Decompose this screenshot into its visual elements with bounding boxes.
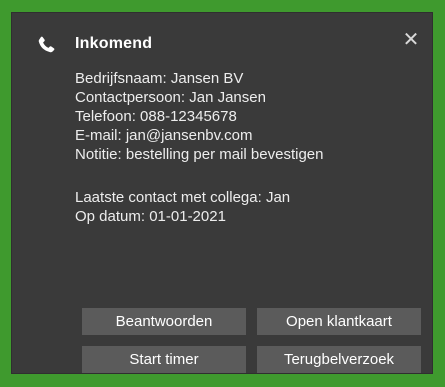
answer-button[interactable]: Beantwoorden bbox=[82, 308, 246, 335]
company-name: Bedrijfsnaam: Jansen BV bbox=[75, 70, 244, 87]
incoming-call-notification: Inkomend ✕ Bedrijfsnaam: Jansen BV Conta… bbox=[11, 12, 433, 374]
notification-title: Inkomend bbox=[75, 35, 153, 52]
email-address: E-mail: jan@jansenbv.com bbox=[75, 127, 253, 144]
phone-number: Telefoon: 088-12345678 bbox=[75, 108, 237, 125]
last-contact: Laatste contact met collega: Jan bbox=[75, 189, 291, 206]
details-spacer bbox=[75, 164, 323, 188]
note: Notitie: bestelling per mail bevestigen bbox=[75, 146, 324, 163]
close-icon[interactable]: ✕ bbox=[401, 30, 421, 50]
contact-person: Contactpersoon: Jan Jansen bbox=[75, 89, 266, 106]
phone-icon bbox=[38, 36, 55, 53]
open-customer-card-button[interactable]: Open klantkaart bbox=[257, 308, 421, 335]
caller-details: Bedrijfsnaam: Jansen BV Contactpersoon: … bbox=[75, 69, 323, 226]
start-timer-button[interactable]: Start timer bbox=[82, 346, 246, 373]
notification-border: Inkomend ✕ Bedrijfsnaam: Jansen BV Conta… bbox=[0, 0, 445, 387]
callback-request-button[interactable]: Terugbelverzoek bbox=[257, 346, 421, 373]
contact-date: Op datum: 01-01-2021 bbox=[75, 208, 226, 225]
